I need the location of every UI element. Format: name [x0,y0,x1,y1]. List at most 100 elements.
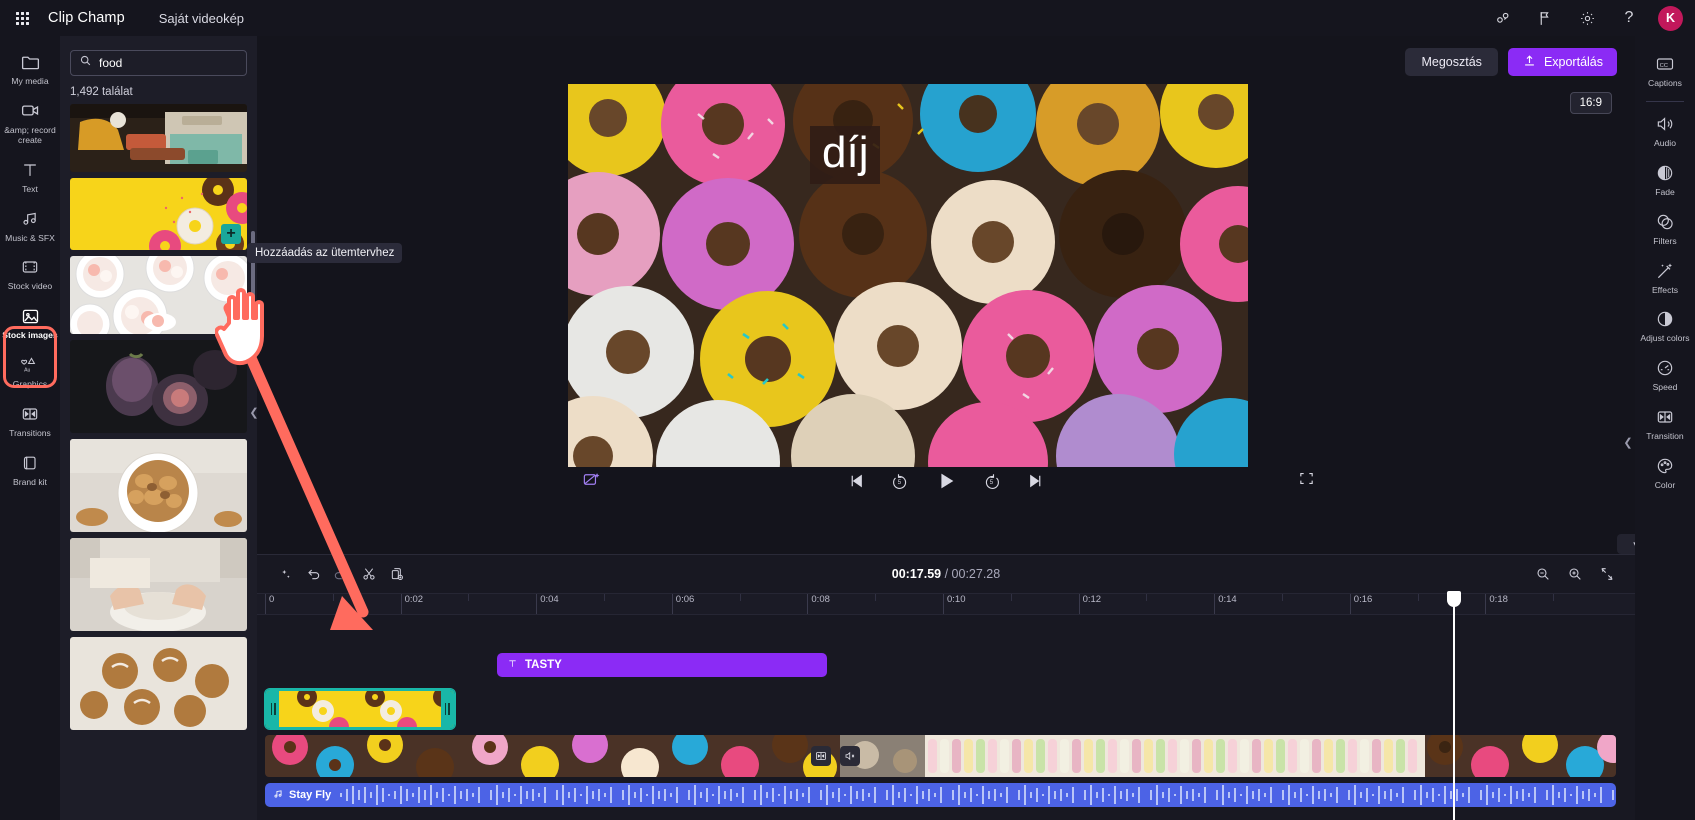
video-track-clip[interactable] [265,735,1616,777]
search-input[interactable] [99,56,238,70]
preview-overlay-text[interactable]: díj [810,126,881,184]
timeline-ruler[interactable]: 0 0:02 0:04 0:06 0:08 0:10 0:12 0:14 0:16 0:18 [257,593,1635,615]
fullscreen-icon[interactable] [1298,470,1315,492]
ruler-tick-minor [604,594,608,601]
sidebar-item-label: Fade [1655,186,1675,197]
list-item[interactable] [70,256,247,334]
share-button[interactable]: Megosztás [1405,48,1498,76]
sidebar-item-stock-video[interactable]: Stock video [0,249,60,298]
transition-badge[interactable] [811,746,831,766]
zoom-in-icon[interactable] [1561,560,1589,588]
filters-icon [1655,211,1675,233]
playhead[interactable] [1447,591,1461,820]
speedometer-icon [1655,357,1675,379]
list-item[interactable] [70,104,247,172]
add-to-timeline-button[interactable]: + [221,224,241,244]
sidebar-item-captions[interactable]: CC Captions [1635,46,1695,95]
avatar[interactable]: K [1658,5,1683,31]
sidebar-item-color[interactable]: Color [1635,448,1695,497]
search-box[interactable] [70,50,247,76]
sidebar-item-label: Effects [1651,284,1679,295]
sidebar-item-fade[interactable]: Fade [1635,155,1695,204]
sidebar-item-graphics[interactable]: Au Graphics [0,347,60,396]
clip-label: TASTY [525,659,562,671]
text-clip[interactable]: TASTY [497,653,827,677]
sidebar-item-transitions[interactable]: Transitions [0,396,60,445]
ruler-tick: 0 [265,594,274,614]
forward-5-icon[interactable]: 5 [983,472,1001,490]
left-sidebar: My media &amp; record create Text Music … [0,36,60,820]
timeline-tracks: TASTY Stay Fly [257,591,1635,820]
sidebar-item-adjust-colors[interactable]: Adjust colors [1635,301,1695,350]
sidebar-item-label: Graphics [12,379,48,390]
divider [1646,100,1684,102]
gear-icon[interactable] [1566,0,1608,36]
graphics-icon: Au [19,354,41,376]
clip-trim-handle-left[interactable] [267,691,279,727]
skip-start-icon[interactable] [847,472,865,490]
list-item[interactable] [70,439,247,532]
video-preview[interactable]: díj [568,84,1248,467]
image-icon [20,305,41,327]
flag-icon[interactable] [1524,0,1566,36]
sidebar-item-effects[interactable]: Effects [1635,253,1695,302]
collapse-right-panel-chevron-icon[interactable]: ❮ [1622,425,1634,459]
sidebar-item-filters[interactable]: Filters [1635,204,1695,253]
list-item[interactable] [70,637,247,730]
ruler-tick: 0:06 [671,594,694,614]
captions-icon: CC [1655,53,1675,75]
timeline-zoom-controls [1529,560,1621,588]
speaker-icon [1655,113,1675,135]
rewind-5-icon[interactable]: 5 [891,472,909,490]
list-item[interactable] [70,538,247,631]
magic-wand-icon[interactable] [271,560,299,588]
ruler-tick: 0:16 [1349,594,1372,614]
sidebar-item-my-media[interactable]: My media [0,44,60,93]
sidebar-item-label: Stock video [7,281,53,292]
ruler-tick: 0:02 [400,594,423,614]
selected-image-clip[interactable] [265,689,455,729]
top-bar: Clip Champ Saját videokép ? K [0,0,1695,36]
app-brand-title: Clip Champ [48,10,125,26]
zoom-out-icon[interactable] [1529,560,1557,588]
ruler-tick: 0:18 [1485,594,1508,614]
audio-clip-label: Stay Fly [289,789,332,801]
sidebar-item-speed[interactable]: Speed [1635,350,1695,399]
audio-clip[interactable]: Stay Fly [265,783,1616,807]
sidebar-item-brand-kit[interactable]: Brand kit [0,445,60,494]
ruler-tick-minor [1146,594,1150,601]
clip-trim-handle-right[interactable] [441,691,453,727]
sidebar-item-music-sfx[interactable]: Music & SFX [0,201,60,250]
aspect-ratio-badge[interactable]: 16:9 [1569,92,1612,114]
mute-audio-badge[interactable] [840,746,860,766]
help-icon[interactable]: ? [1608,0,1650,36]
export-button[interactable]: Exportálás [1507,48,1617,76]
text-icon [507,658,518,672]
split-scissors-icon[interactable] [355,560,383,588]
list-item[interactable] [70,340,247,433]
sidebar-item-label: Speed [1652,382,1678,393]
sidebar-item-transition[interactable]: Transition [1635,399,1695,448]
list-item[interactable]: + [70,178,247,250]
export-button-label: Exportálás [1543,55,1603,69]
sidebar-item-audio[interactable]: Audio [1635,106,1695,155]
share-link-icon[interactable] [1482,0,1524,36]
sidebar-item-record-create[interactable]: &amp; record create [0,93,60,152]
ruler-tick-minor [1282,594,1286,601]
playhead-knob[interactable] [1447,591,1461,607]
app-launcher-waffle-icon[interactable] [0,11,44,25]
ruler-tick: 0:14 [1214,594,1237,614]
ruler-tick-minor [1010,594,1015,601]
sidebar-item-label: Music & SFX [5,232,55,243]
duplicate-icon[interactable] [383,560,411,588]
fit-timeline-icon[interactable] [1593,560,1621,588]
fade-icon [1655,162,1675,184]
brand-kit-icon [20,452,40,474]
project-name[interactable]: Saját videokép [159,11,244,26]
skip-end-icon[interactable] [1027,472,1045,490]
sidebar-item-stock-images[interactable]: Stock images [0,298,60,356]
play-icon[interactable] [935,470,957,492]
sidebar-item-text[interactable]: Text [0,152,60,201]
redo-icon[interactable] [327,560,355,588]
undo-icon[interactable] [299,560,327,588]
